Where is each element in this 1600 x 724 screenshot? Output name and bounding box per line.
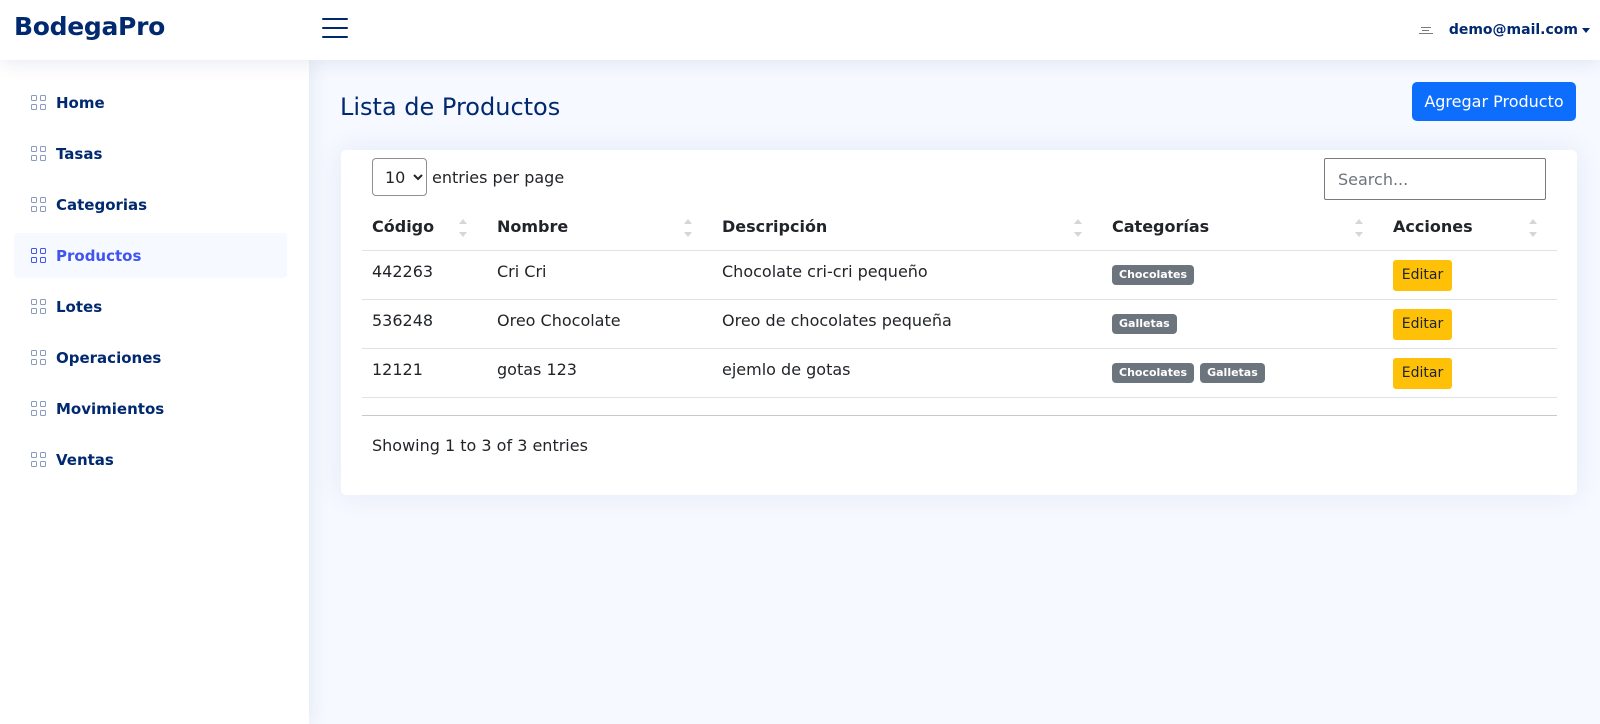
cell-acciones: Editar (1383, 348, 1557, 398)
table-header-row: Código Nombre Descripción Categorías Acc… (362, 204, 1557, 251)
sidebar-item-categorias[interactable]: Categorias (14, 182, 287, 227)
table-row: 536248 Oreo Chocolate Oreo de chocolates… (362, 299, 1557, 349)
cell-nombre: Cri Cri (487, 250, 712, 300)
sidebar-item-label: Ventas (56, 450, 114, 469)
chevron-down-icon (1582, 27, 1590, 33)
grid-icon (31, 146, 46, 161)
column-header-label: Código (372, 217, 435, 237)
grid-icon (31, 299, 46, 314)
add-product-button[interactable]: Agregar Producto (1412, 82, 1576, 121)
edit-button[interactable]: Editar (1393, 259, 1452, 291)
column-header-acciones[interactable]: Acciones (1383, 204, 1557, 251)
profile-menu[interactable]: demo@mail.com (1413, 17, 1590, 43)
grid-icon (31, 350, 46, 365)
grid-icon (31, 197, 46, 212)
category-badge: Chocolates (1112, 264, 1194, 285)
grid-icon (31, 95, 46, 110)
sidebar-item-label: Operaciones (56, 348, 162, 367)
cell-descripcion: Chocolate cri-cri pequeño (712, 250, 1102, 300)
products-table: Código Nombre Descripción Categorías Acc… (362, 204, 1557, 398)
column-header-label: Categorías (1112, 217, 1210, 237)
grid-icon (31, 401, 46, 416)
cell-categorias: Chocolates Galletas (1102, 348, 1383, 398)
page-title: Lista de Productos (340, 93, 561, 121)
sidebar-item-lotes[interactable]: Lotes (14, 284, 287, 329)
sidebar-item-label: Tasas (56, 144, 103, 163)
per-page-label: entries per page (432, 167, 565, 187)
cell-categorias: Galletas (1102, 299, 1383, 349)
column-header-label: Acciones (1393, 217, 1473, 237)
cell-categorias: Chocolates (1102, 250, 1383, 300)
table-bottom-divider (362, 415, 1557, 416)
grid-icon (31, 248, 46, 263)
sidebar-item-movimientos[interactable]: Movimientos (14, 386, 287, 431)
search-input[interactable] (1324, 158, 1546, 200)
table-row: 12121 gotas 123 ejemlo de gotas Chocolat… (362, 348, 1557, 398)
sidebar-item-operaciones[interactable]: Operaciones (14, 335, 287, 380)
sidebar-item-label: Productos (56, 246, 142, 265)
cell-acciones: Editar (1383, 299, 1557, 349)
cell-nombre: Oreo Chocolate (487, 299, 712, 349)
per-page-select[interactable]: 10 (372, 158, 427, 196)
avatar (1413, 20, 1439, 40)
category-badge: Galletas (1112, 313, 1177, 334)
column-header-label: Descripción (722, 217, 828, 237)
column-header-categorias[interactable]: Categorías (1102, 204, 1383, 251)
sidebar-item-productos[interactable]: Productos (14, 233, 287, 278)
sidebar-item-label: Lotes (56, 297, 103, 316)
sidebar: Home Tasas Categorias Productos Lotes Op… (0, 60, 309, 724)
column-header-label: Nombre (497, 217, 569, 237)
sidebar-item-tasas[interactable]: Tasas (14, 131, 287, 176)
sort-icon (684, 219, 694, 239)
cell-codigo: 536248 (362, 299, 487, 349)
sort-icon (1074, 219, 1084, 239)
category-badge: Chocolates (1112, 362, 1194, 383)
cell-codigo: 442263 (362, 250, 487, 300)
sort-icon (1529, 219, 1539, 239)
cell-nombre: gotas 123 (487, 348, 712, 398)
cell-descripcion: ejemlo de gotas (712, 348, 1102, 398)
cell-acciones: Editar (1383, 250, 1557, 300)
menu-toggle-icon[interactable] (322, 18, 348, 40)
sidebar-item-label: Movimientos (56, 399, 165, 418)
edit-button[interactable]: Editar (1393, 308, 1452, 340)
category-badge: Galletas (1200, 362, 1265, 383)
sort-icon (459, 219, 469, 239)
per-page-control: 10 entries per page (372, 158, 564, 196)
table-row: 442263 Cri Cri Chocolate cri-cri pequeño… (362, 250, 1557, 300)
column-header-descripcion[interactable]: Descripción (712, 204, 1102, 251)
sidebar-item-home[interactable]: Home (14, 80, 287, 125)
column-header-codigo[interactable]: Código (362, 204, 487, 251)
sidebar-item-label: Categorias (56, 195, 148, 214)
cell-codigo: 12121 (362, 348, 487, 398)
products-card: 10 entries per page Código Nombre Descri… (341, 150, 1577, 495)
sidebar-item-label: Home (56, 93, 105, 112)
app-logo[interactable]: BodegaPro (14, 12, 165, 41)
sidebar-item-ventas[interactable]: Ventas (14, 437, 287, 482)
table-info: Showing 1 to 3 of 3 entries (372, 436, 588, 455)
grid-icon (31, 452, 46, 467)
cell-descripcion: Oreo de chocolates pequeña (712, 299, 1102, 349)
edit-button[interactable]: Editar (1393, 357, 1452, 389)
column-header-nombre[interactable]: Nombre (487, 204, 712, 251)
top-header: BodegaPro demo@mail.com (0, 0, 1600, 60)
user-email: demo@mail.com (1448, 22, 1578, 38)
sort-icon (1355, 219, 1365, 239)
